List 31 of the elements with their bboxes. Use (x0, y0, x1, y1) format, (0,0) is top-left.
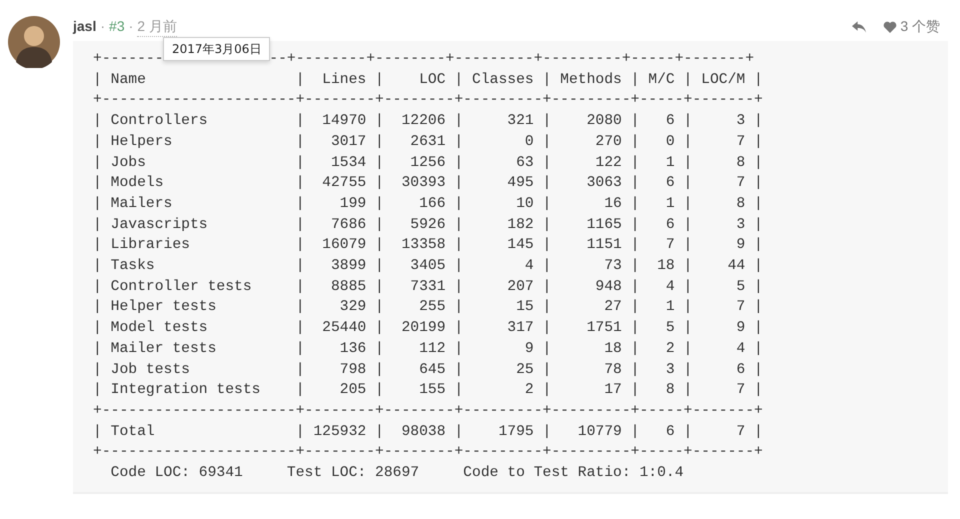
date-tooltip: 2017年3月06日 (163, 37, 270, 61)
code-line: | Mailers | 199 | 166 | 10 | 16 | 1 | 8 | (93, 194, 764, 214)
code-line: | Model tests | 25440 | 20199 | 317 | 1751 | 5 | 9 | (93, 319, 764, 338)
code-line: --+--------+--------+---------+---------+-----+-------+ (269, 50, 754, 69)
code-line: +----------------------+--------+--------+---------+---------+-----+-------+ (93, 402, 764, 421)
code-line: | Controller tests | 8885 | 7331 | 207 | 948 | 4 | 5 | (93, 278, 764, 297)
author-name[interactable]: jasl (73, 18, 96, 34)
code-line: | Javascripts | 7686 | 5926 | 182 | 1165 | 6 | 3 | (93, 216, 764, 235)
code-line: +----------------------+--------+--------+---------+---------+-----+-------+ (93, 443, 764, 462)
code-line: | Libraries | 16079 | 13358 | 145 | 1151 | 7 | 9 | (93, 236, 764, 256)
code-line: | Name | Lines | LOC | Classes | Methods | M/C | LOC/M | (93, 70, 764, 90)
code-line: +----------------------+--------+--------+---------+---------+-----+-------+ (93, 91, 764, 110)
code-line: | Controllers | 14970 | 12206 | 321 | 2080 | 6 | 3 | (93, 112, 764, 132)
avatar-icon[interactable] (8, 16, 60, 68)
code-line: | Mailer tests | 136 | 112 | 9 | 18 | 2 | 4 | (93, 340, 764, 359)
code-line: | Job tests | 798 | 645 | 25 | 78 | 3 | 6 | (93, 360, 764, 380)
code-line: | Helper tests | 329 | 255 | 15 | 27 | 1 | 7 | (93, 298, 764, 318)
reply-icon[interactable] (852, 21, 868, 33)
code-line: | Helpers | 3017 | 2631 | 0 | 270 | 0 | 7 | (93, 132, 764, 152)
heart-icon (883, 21, 898, 33)
code-line: | Integration tests | 205 | 155 | 2 | 17 | 8 | 7 | (93, 381, 764, 400)
floor-link[interactable]: #3 (109, 18, 125, 34)
separator: · (128, 18, 134, 34)
code-line: Code LOC: 69341 Test LOC: 28697 Code to Test Ratio: 1:0.4 (110, 464, 685, 484)
code-line: +------- (93, 50, 164, 69)
like-button[interactable]: 3 个赞 (883, 18, 940, 36)
code-line: | Total | 125932 | 98038 | 1795 | 10779 | 6 | 7 | (93, 422, 764, 442)
code-line: | Jobs | 1534 | 1256 | 63 | 122 | 1 | 8 | (93, 154, 764, 173)
code-line: | Tasks | 3899 | 3405 | 4 | 73 | 18 | 44 | (93, 257, 764, 276)
separator: · (100, 18, 106, 34)
code-line: | Models | 42755 | 30393 | 495 | 3063 | 6 | 7 | (93, 174, 764, 194)
